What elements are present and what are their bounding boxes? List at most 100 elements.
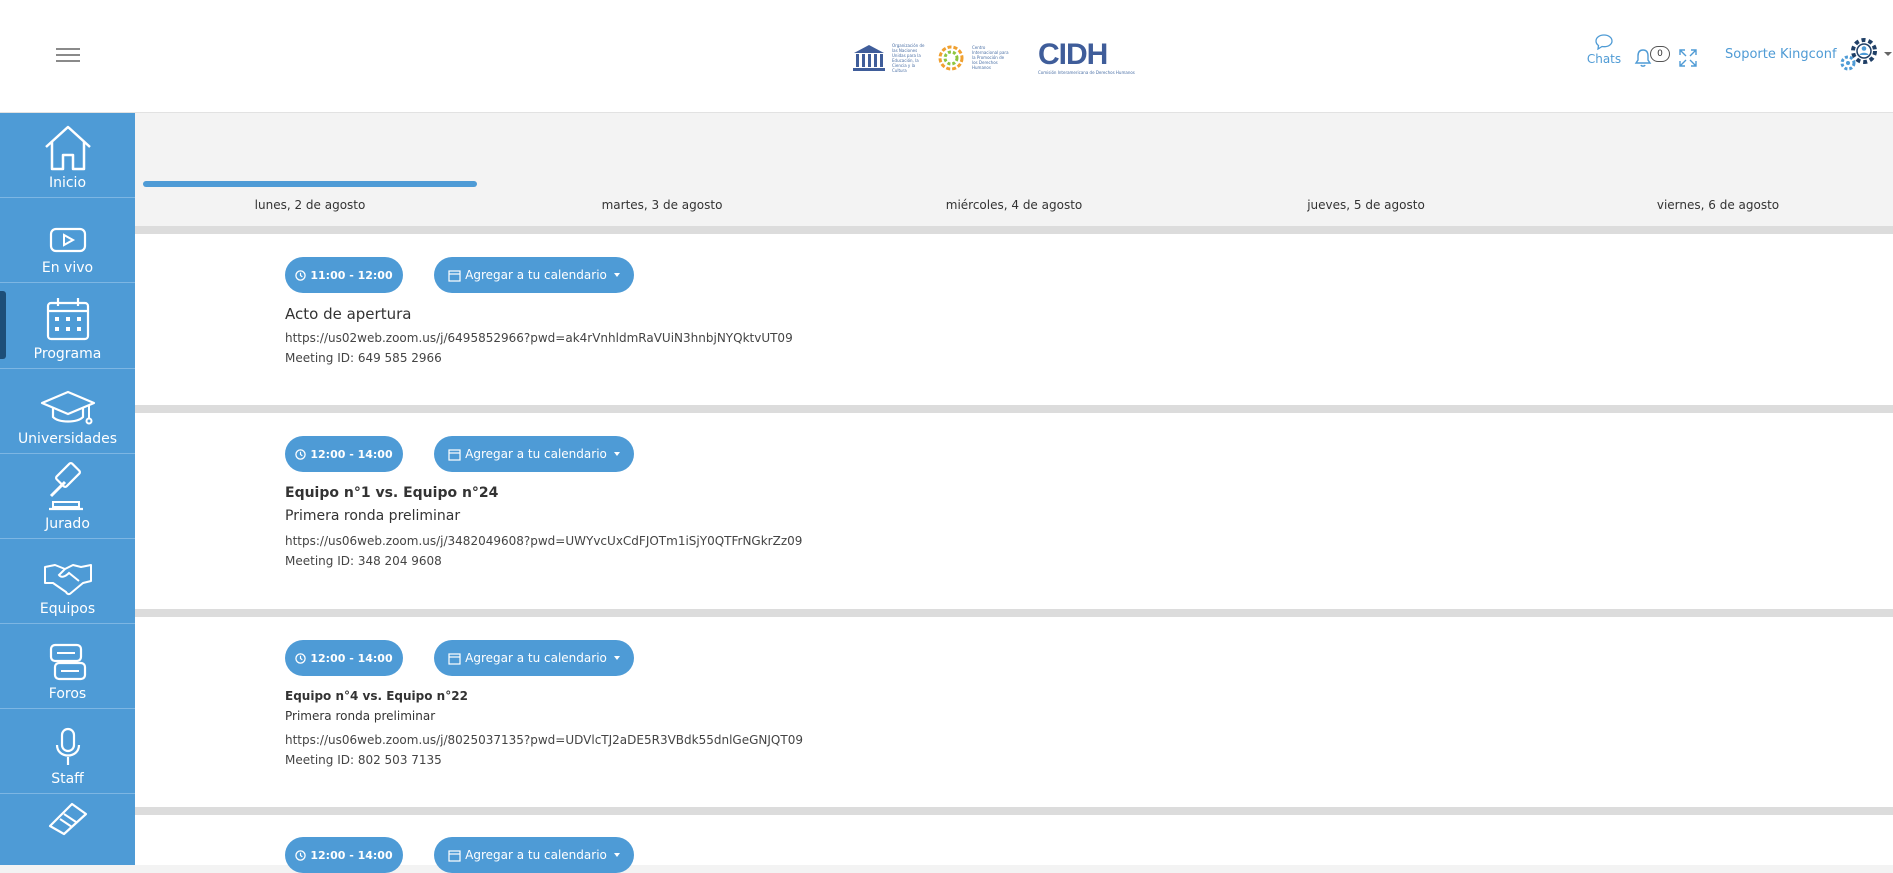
active-tab-indicator — [143, 181, 477, 187]
unesco-logo: Organización de las Naciones Unidas para… — [852, 43, 1010, 73]
session-time-button[interactable]: 12:00 - 14:00 — [285, 436, 403, 472]
live-video-icon — [49, 227, 86, 253]
session-time-button[interactable]: 12:00 - 14:00 — [285, 640, 403, 676]
sidebar-item-more[interactable] — [0, 794, 135, 865]
cidh-logo: CIDH Comisión Interamericana de Derechos… — [1038, 38, 1135, 76]
unesco-temple-icon — [853, 44, 885, 71]
sidebar-item-jurado[interactable]: Jurado — [0, 454, 135, 539]
sidebar-item-inicio[interactable]: Inicio — [0, 113, 135, 198]
divider — [135, 405, 1893, 413]
sidebar-item-equipos[interactable]: Equipos — [0, 539, 135, 624]
user-menu-caret-icon[interactable] — [1884, 52, 1892, 56]
book-icon — [48, 802, 87, 836]
unesco-logo-text: Organización de las Naciones Unidas para… — [892, 42, 925, 73]
divider — [135, 226, 1893, 234]
session-time: 11:00 - 12:00 — [310, 268, 393, 282]
session-meeting-id: Meeting ID: 348 204 9608 — [285, 554, 442, 568]
cipdh-logo-icon — [938, 45, 964, 70]
dropdown-caret-icon — [613, 853, 620, 857]
session-title: Equipo n°4 vs. Equipo n°22 — [285, 689, 468, 703]
sidebar-item-programa[interactable]: Programa — [0, 283, 135, 369]
session-card: 12:00 - 14:00 Agregar a tu calendario — [135, 815, 1893, 873]
graduation-cap-icon — [40, 390, 95, 425]
divider — [135, 609, 1893, 617]
calendar-add-icon — [448, 448, 461, 461]
cidh-logo-subtitle: Comisión Interamericana de Derechos Huma… — [1038, 70, 1135, 75]
clock-icon — [295, 448, 307, 460]
sidebar-item-label: En vivo — [41, 260, 94, 276]
session-title: Equipo n°1 vs. Equipo n°24 — [285, 485, 499, 501]
session-zoom-link[interactable]: https://us06web.zoom.us/j/8025037135?pwd… — [285, 733, 803, 747]
sidebar: Inicio En vivo Programa Universidades Ju… — [0, 113, 135, 865]
session-subtitle: Acto de apertura — [285, 305, 412, 323]
session-meeting-id: Meeting ID: 649 585 2966 — [285, 351, 442, 365]
calendar-icon — [46, 298, 89, 341]
top-header: Organización de las Naciones Unidas para… — [0, 0, 1893, 113]
partner-logos: Organización de las Naciones Unidas para… — [852, 30, 1135, 85]
session-subtitle: Primera ronda preliminar — [285, 709, 436, 723]
tab-day-3[interactable]: miércoles, 4 de agosto — [946, 198, 1083, 212]
dropdown-caret-icon — [613, 273, 620, 277]
tab-day-1[interactable]: lunes, 2 de agosto — [255, 198, 366, 212]
notification-count-badge: 0 — [1650, 46, 1670, 62]
user-settings-icon[interactable] — [1838, 34, 1882, 74]
add-to-calendar-button[interactable]: Agregar a tu calendario — [434, 640, 634, 676]
handshake-icon — [43, 564, 92, 596]
session-zoom-link[interactable]: https://us02web.zoom.us/j/6495852966?pwd… — [285, 331, 793, 345]
sidebar-item-en-vivo[interactable]: En vivo — [0, 198, 135, 283]
fullscreen-icon[interactable] — [1678, 48, 1698, 68]
session-time: 12:00 - 14:00 — [310, 651, 393, 665]
gavel-icon — [48, 462, 83, 511]
add-to-calendar-label: Agregar a tu calendario — [465, 268, 607, 282]
session-time: 12:00 - 14:00 — [310, 848, 393, 862]
tab-day-2[interactable]: martes, 3 de agosto — [602, 198, 723, 212]
session-card: 11:00 - 12:00 Agregar a tu calendario Ac… — [135, 234, 1893, 405]
tab-day-4[interactable]: jueves, 5 de agosto — [1307, 198, 1425, 212]
day-tabs: lunes, 2 de agosto martes, 3 de agosto m… — [135, 114, 1893, 226]
clock-icon — [295, 269, 307, 281]
calendar-add-icon — [448, 849, 461, 862]
cidh-mark: CIDH — [1038, 38, 1108, 71]
divider — [135, 807, 1893, 815]
home-icon — [44, 125, 91, 171]
dropdown-caret-icon — [613, 656, 620, 660]
session-meeting-id: Meeting ID: 802 503 7135 — [285, 753, 442, 767]
clock-icon — [295, 652, 307, 664]
sidebar-item-label: Programa — [33, 346, 102, 362]
dropdown-caret-icon — [613, 452, 620, 456]
sidebar-item-foros[interactable]: Foros — [0, 624, 135, 709]
session-time: 12:00 - 14:00 — [310, 447, 393, 461]
add-to-calendar-label: Agregar a tu calendario — [465, 447, 607, 461]
sidebar-item-staff[interactable]: Staff — [0, 709, 135, 794]
session-subtitle: Primera ronda preliminar — [285, 508, 461, 524]
sidebar-item-label: Inicio — [48, 175, 87, 191]
clock-icon — [295, 849, 307, 861]
session-time-button[interactable]: 12:00 - 14:00 — [285, 837, 403, 873]
sidebar-item-label: Universidades — [17, 431, 118, 447]
session-time-button[interactable]: 11:00 - 12:00 — [285, 257, 403, 293]
session-card: 12:00 - 14:00 Agregar a tu calendario Eq… — [135, 413, 1893, 609]
add-to-calendar-button[interactable]: Agregar a tu calendario — [434, 257, 634, 293]
session-card: 12:00 - 14:00 Agregar a tu calendario Eq… — [135, 617, 1893, 807]
calendar-add-icon — [448, 652, 461, 665]
add-to-calendar-button[interactable]: Agregar a tu calendario — [434, 837, 634, 873]
chats-button[interactable]: Chats — [1584, 34, 1624, 66]
sidebar-item-label: Jurado — [45, 516, 90, 532]
add-to-calendar-label: Agregar a tu calendario — [465, 651, 607, 665]
menu-toggle-icon[interactable] — [56, 48, 80, 64]
calendar-add-icon — [448, 269, 461, 282]
add-to-calendar-button[interactable]: Agregar a tu calendario — [434, 436, 634, 472]
sidebar-item-universidades[interactable]: Universidades — [0, 369, 135, 454]
session-zoom-link[interactable]: https://us06web.zoom.us/j/3482049608?pwd… — [285, 534, 802, 548]
cipdh-logo-text: Centro Internacional para la Promoción d… — [972, 45, 1009, 70]
microphone-icon — [55, 727, 80, 765]
chat-bubble-icon — [1595, 34, 1613, 50]
chats-label: Chats — [1586, 52, 1622, 66]
forum-icon — [49, 643, 86, 681]
add-to-calendar-label: Agregar a tu calendario — [465, 848, 607, 862]
support-link[interactable]: Soporte Kingconf — [1725, 47, 1837, 62]
tab-day-5[interactable]: viernes, 6 de agosto — [1657, 198, 1779, 212]
sidebar-item-label: Equipos — [39, 601, 96, 617]
sidebar-item-label: Staff — [51, 771, 84, 787]
sidebar-item-label: Foros — [48, 686, 87, 702]
